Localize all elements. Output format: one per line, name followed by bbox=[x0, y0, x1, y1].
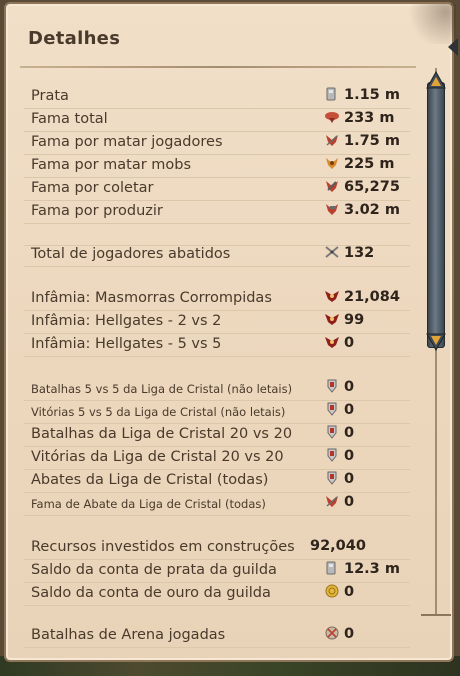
details-panel: Detalhes Prata 1.15 m Fama total 233 m F… bbox=[4, 2, 456, 662]
stat-label: Vitórias da Liga de Cristal 20 vs 20 bbox=[31, 449, 284, 465]
stat-value: 65,275 bbox=[324, 179, 400, 195]
stat-value: 1.15 m bbox=[324, 87, 400, 103]
stat-value: 0 bbox=[324, 379, 354, 395]
stats-list[interactable]: Prata 1.15 m Fama total 233 m Fama por m… bbox=[24, 72, 410, 660]
side-tab-arrow-icon[interactable] bbox=[446, 36, 460, 58]
stat-row-pvp-fame: Fama por matar jogadores 1.75 m bbox=[24, 132, 410, 155]
crystal-shield-icon bbox=[327, 448, 337, 462]
crystal-shield-icon bbox=[327, 425, 337, 439]
stat-label: Fama por produzir bbox=[31, 203, 163, 219]
stat-label: Fama por coletar bbox=[31, 180, 154, 196]
stat-value: 0 bbox=[324, 626, 354, 642]
crafting-fame-icon bbox=[326, 204, 338, 215]
stat-value: 0 bbox=[324, 494, 354, 510]
crossed-swords-icon bbox=[325, 246, 339, 258]
silver-icon bbox=[326, 87, 336, 101]
crystal-shield-icon bbox=[327, 379, 337, 393]
stat-row-gathering-fame: Fama por coletar 65,275 bbox=[24, 178, 410, 201]
stat-label: Total de jogadores abatidos bbox=[31, 246, 231, 262]
silver-icon bbox=[326, 561, 336, 575]
stat-value: 0 bbox=[324, 425, 354, 441]
stat-row-guild-gold: Saldo da conta de ouro da guilda 0 bbox=[24, 583, 410, 606]
stat-value: 132 bbox=[324, 245, 374, 261]
crystal-shield-icon bbox=[327, 471, 337, 485]
stat-value: 233 m bbox=[324, 110, 394, 126]
stat-label: Prata bbox=[31, 88, 69, 104]
panel-title: Detalhes bbox=[28, 28, 121, 49]
scroll-thumb[interactable] bbox=[427, 82, 445, 348]
stat-label: Infâmia: Masmorras Corrompidas bbox=[31, 290, 272, 306]
stat-row-arena-battles: Batalhas de Arena jogadas 0 bbox=[24, 625, 410, 648]
stat-value: 0 bbox=[324, 584, 354, 600]
arena-icon bbox=[325, 626, 339, 640]
stat-row-crystal-kill-fame: Fama de Abate da Liga de Cristal (todas)… bbox=[24, 493, 410, 516]
stat-value: 3.02 m bbox=[324, 202, 400, 218]
stat-label: Abates da Liga de Cristal (todas) bbox=[31, 472, 269, 488]
stat-label: Batalhas 5 vs 5 da Liga de Cristal (não … bbox=[31, 382, 293, 396]
stat-row-infamy-hellgates-5v5: Infâmia: Hellgates - 5 vs 5 0 bbox=[24, 334, 410, 357]
stat-value: 99 bbox=[324, 312, 364, 328]
stat-row-players-killed: Total de jogadores abatidos 132 bbox=[24, 244, 410, 267]
pvp-fame-icon bbox=[326, 496, 338, 507]
stat-label: Batalhas de Arena jogadas bbox=[31, 627, 226, 643]
stat-value: 0 bbox=[324, 402, 354, 418]
stat-row-construction-resources: Recursos investidos em construções 92,04… bbox=[24, 537, 410, 560]
stat-label: Infâmia: Hellgates - 5 vs 5 bbox=[31, 336, 222, 352]
stat-value: 225 m bbox=[324, 156, 394, 172]
gathering-fame-icon bbox=[326, 181, 338, 192]
infamy-icon bbox=[325, 314, 339, 325]
infamy-icon bbox=[325, 337, 339, 348]
stat-row-silver: Prata 1.15 m bbox=[24, 86, 410, 109]
stat-label: Batalhas da Liga de Cristal 20 vs 20 bbox=[31, 426, 293, 442]
scroll-thumb-top-cap-icon bbox=[426, 70, 446, 89]
stat-row-infamy-hellgates-2v2: Infâmia: Hellgates - 2 vs 2 99 bbox=[24, 311, 410, 334]
stat-row-crystal-kills: Abates da Liga de Cristal (todas) 0 bbox=[24, 470, 410, 493]
stat-value: 0 bbox=[324, 471, 354, 487]
stat-label: Infâmia: Hellgates - 2 vs 2 bbox=[31, 313, 222, 329]
scrollbar[interactable] bbox=[421, 68, 451, 628]
stat-value: 0 bbox=[324, 448, 354, 464]
stat-label: Saldo da conta de ouro da guilda bbox=[31, 585, 271, 601]
title-divider bbox=[20, 66, 416, 68]
stat-label: Fama total bbox=[31, 111, 108, 127]
stat-value: 0 bbox=[324, 335, 354, 351]
stat-row-crystal-20v20-battles: Batalhas da Liga de Cristal 20 vs 20 0 bbox=[24, 424, 410, 447]
stat-label: Fama por matar jogadores bbox=[31, 134, 223, 150]
pve-fame-icon bbox=[326, 158, 338, 169]
stat-row-crafting-fame: Fama por produzir 3.02 m bbox=[24, 201, 410, 224]
stat-label: Fama de Abate da Liga de Cristal (todas) bbox=[31, 497, 266, 511]
scroll-thumb-bottom-cap-icon bbox=[426, 333, 446, 352]
stat-value: 12.3 m bbox=[324, 561, 400, 577]
stat-value: 1.75 m bbox=[324, 133, 400, 149]
stat-row-crystal-5v5-wins: Vitórias 5 vs 5 da Liga de Cristal (não … bbox=[24, 401, 410, 424]
stat-label: Recursos investidos em construções bbox=[31, 539, 295, 555]
stat-row-pve-fame: Fama por matar mobs 225 m bbox=[24, 155, 410, 178]
scroll-end-line bbox=[421, 614, 451, 616]
stat-row-crystal-5v5-battles: Batalhas 5 vs 5 da Liga de Cristal (não … bbox=[24, 378, 410, 401]
stat-row-total-fame: Fama total 233 m bbox=[24, 109, 410, 132]
crystal-shield-icon bbox=[327, 402, 337, 416]
stat-label: Fama por matar mobs bbox=[31, 157, 192, 173]
pvp-fame-icon bbox=[326, 135, 338, 146]
stat-row-crystal-20v20-wins: Vitórias da Liga de Cristal 20 vs 20 0 bbox=[24, 447, 410, 470]
stat-value: 92,040 bbox=[310, 538, 366, 554]
stat-label: Saldo da conta de prata da guilda bbox=[31, 562, 277, 578]
stat-row-infamy-corrupted: Infâmia: Masmorras Corrompidas 21,084 bbox=[24, 288, 410, 311]
stat-label: Vitórias 5 vs 5 da Liga de Cristal (não … bbox=[31, 405, 286, 419]
infamy-icon bbox=[325, 291, 339, 302]
gold-coin-icon bbox=[325, 584, 339, 598]
stat-value: 21,084 bbox=[324, 289, 400, 305]
stat-row-guild-silver: Saldo da conta de prata da guilda 12.3 m bbox=[24, 560, 410, 583]
fame-icon bbox=[325, 112, 339, 123]
